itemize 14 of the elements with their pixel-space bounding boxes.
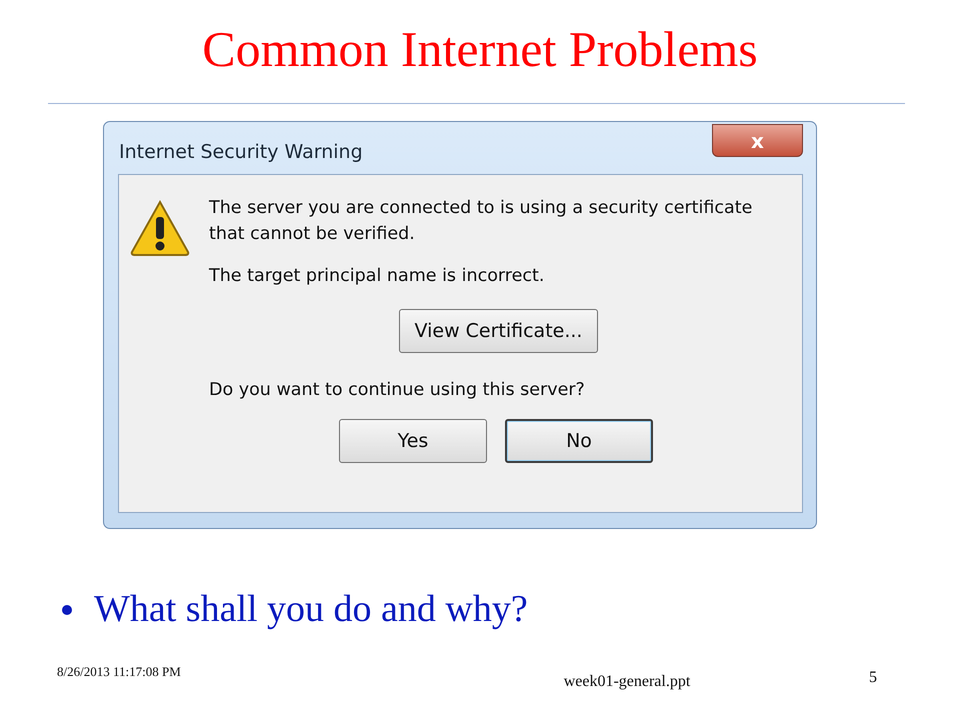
slide-title: Common Internet Problems xyxy=(201,20,759,77)
dialog-button[interactable]: No xyxy=(505,419,653,463)
page-number: 5 xyxy=(869,668,877,688)
detail-text: The target principal name is incorrect. xyxy=(209,265,546,288)
dialog-button[interactable]: Yes xyxy=(339,419,487,463)
bullet-text: What shall you do and why? xyxy=(94,587,528,632)
message-text: The server you are connected to is using a security certificate that cannot be verified. xyxy=(209,197,754,246)
view-certificate-button[interactable]: View Certificate... xyxy=(399,309,598,353)
question-text: Do you want to continue using this server? xyxy=(209,379,586,402)
bullet-icon xyxy=(62,604,72,614)
footer-filename: week01-general.ppt xyxy=(562,672,692,692)
window-title: Internet Security Warning xyxy=(119,140,363,165)
footer-date: 8/26/2013 11:17:08 PM xyxy=(57,663,182,681)
warning-icon xyxy=(129,199,191,257)
